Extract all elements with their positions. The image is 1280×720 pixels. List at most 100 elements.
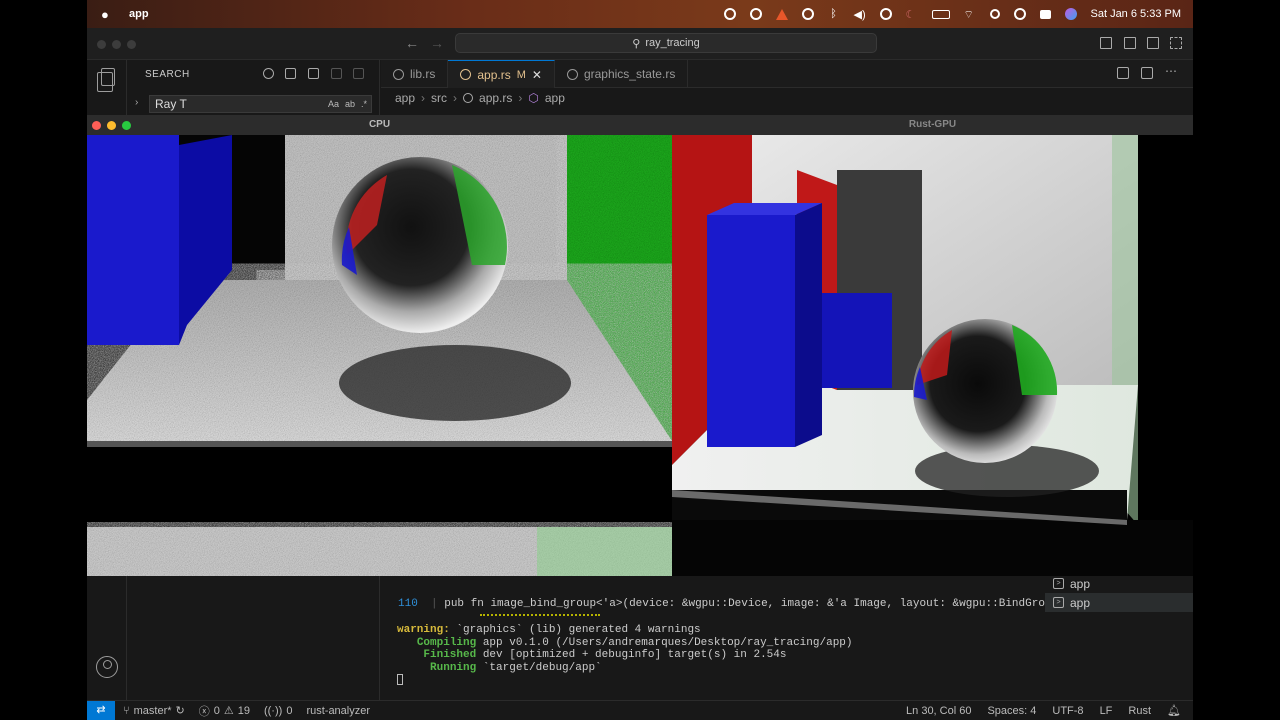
cpu-render-canvas[interactable] bbox=[87, 135, 672, 576]
search-input[interactable]: Ray T Aa ab .* bbox=[149, 95, 372, 113]
branch-status[interactable]: ⑂ master* ↻ bbox=[123, 704, 185, 718]
sync-icon: ↻ bbox=[175, 705, 185, 717]
volume-icon[interactable]: ◀) bbox=[854, 8, 866, 21]
chevron-right-icon[interactable]: › bbox=[135, 97, 138, 108]
close-window-button[interactable] bbox=[97, 40, 106, 49]
chevron-right-icon: › bbox=[453, 91, 458, 105]
encoding[interactable]: UTF-8 bbox=[1052, 705, 1083, 717]
search-input-value: Ray T bbox=[155, 97, 187, 111]
minimize-window-button[interactable] bbox=[112, 40, 121, 49]
lsp-status[interactable]: rust-analyzer bbox=[306, 705, 370, 717]
menubar-app-name[interactable]: app bbox=[129, 8, 149, 20]
vlc-cone-icon[interactable] bbox=[775, 8, 788, 20]
rust-file-icon bbox=[463, 93, 474, 103]
warning-text: `graphics` (lib) generated 4 warnings bbox=[449, 624, 701, 636]
forward-arrow-icon[interactable]: → bbox=[430, 35, 444, 51]
battery-icon[interactable] bbox=[931, 9, 950, 19]
wifi-icon[interactable]: ⌔ bbox=[964, 8, 976, 21]
breadcrumb: app › src › app.rs › ⬡ app bbox=[395, 91, 565, 105]
zoom-window-button[interactable] bbox=[122, 121, 131, 130]
tab-lib-rs[interactable]: lib.rs bbox=[381, 60, 449, 88]
tab-label: app.rs bbox=[477, 67, 511, 82]
code-text: pub fn image_bind_group<'a>(device: &wgp… bbox=[444, 598, 1065, 610]
modified-marker: M bbox=[516, 68, 526, 81]
refresh-icon[interactable] bbox=[263, 68, 274, 79]
expand-all-icon[interactable] bbox=[353, 68, 364, 79]
bluetooth-icon[interactable]: ᛒ bbox=[828, 8, 840, 20]
breadcrumb-item[interactable]: app bbox=[545, 91, 565, 105]
command-center-search[interactable]: ⚲ ray_tracing bbox=[455, 33, 877, 53]
gpu-render-canvas[interactable] bbox=[672, 135, 1193, 576]
rust-file-icon bbox=[460, 69, 472, 80]
back-arrow-icon[interactable]: ← bbox=[405, 35, 419, 51]
toggle-secondary-sidebar-icon[interactable] bbox=[1147, 37, 1159, 49]
moon-icon[interactable]: ☾ bbox=[906, 8, 918, 21]
notifications-bell-icon[interactable]: 🔔︎ bbox=[1167, 704, 1181, 717]
terminal-output[interactable]: warning: `graphics` (lib) generated 4 wa… bbox=[397, 624, 853, 687]
problems-status[interactable]: ⓧ 0 ⚠ 19 bbox=[199, 703, 250, 719]
warning-icon: ⚠ bbox=[223, 705, 234, 717]
ports-status[interactable]: ((·)) 0 bbox=[264, 705, 292, 717]
hover-code-line: 110 | pub fn image_bind_group<'a>(device… bbox=[398, 598, 1065, 610]
terminal-tab[interactable]: > app bbox=[1045, 593, 1193, 612]
terminal-tab[interactable]: > app bbox=[1045, 574, 1193, 593]
terminal-icon: > bbox=[1053, 578, 1064, 589]
line-number: 110 bbox=[398, 598, 418, 610]
match-case-toggle[interactable]: Aa bbox=[328, 99, 339, 109]
menubar-status-items: ᛒ ◀) ☾ ⌔ Sat Jan 6 5:33 PM bbox=[723, 8, 1182, 21]
record-icon[interactable] bbox=[723, 8, 736, 20]
language-mode[interactable]: Rust bbox=[1128, 705, 1151, 717]
play-icon[interactable] bbox=[879, 8, 892, 20]
spotlight-search-icon[interactable] bbox=[989, 9, 1000, 19]
rust-file-icon bbox=[566, 68, 578, 80]
terminal-cursor bbox=[397, 674, 403, 685]
editor-tabs: lib.rs app.rs M ✕ graphics_state.rs bbox=[381, 60, 1193, 88]
zoom-window-button[interactable] bbox=[127, 40, 136, 49]
cursor-position[interactable]: Ln 30, Col 60 bbox=[906, 705, 971, 717]
indentation[interactable]: Spaces: 4 bbox=[987, 705, 1036, 717]
search-row: › Ray T Aa ab .* bbox=[133, 95, 373, 113]
tab-label: graphics_state.rs bbox=[583, 67, 676, 81]
running-text: `target/debug/app` bbox=[476, 661, 602, 674]
account-icon[interactable] bbox=[96, 656, 118, 678]
collapse-all-icon[interactable] bbox=[331, 68, 342, 79]
end-of-line[interactable]: LF bbox=[1100, 705, 1113, 717]
apple-menu-icon[interactable]: ● bbox=[101, 7, 115, 22]
editor-actions: ⋯ bbox=[1117, 65, 1177, 79]
new-search-editor-icon[interactable] bbox=[308, 68, 319, 79]
airdrop-icon[interactable] bbox=[801, 8, 814, 20]
more-actions-icon[interactable]: ⋯ bbox=[1165, 65, 1177, 79]
tab-graphics-state-rs[interactable]: graphics_state.rs bbox=[555, 60, 689, 88]
menubar-clock[interactable]: Sat Jan 6 5:33 PM bbox=[1091, 8, 1182, 20]
breadcrumb-item[interactable]: app.rs bbox=[479, 91, 512, 105]
whole-word-toggle[interactable]: ab bbox=[345, 99, 355, 109]
ball-icon[interactable] bbox=[749, 8, 762, 20]
minimize-window-button[interactable] bbox=[107, 121, 116, 130]
breadcrumb-item[interactable]: src bbox=[431, 91, 447, 105]
toggle-sidebar-icon[interactable] bbox=[1100, 37, 1112, 49]
customize-layout-icon[interactable] bbox=[1170, 37, 1182, 49]
compiling-text: app v0.1.0 (/Users/andremarques/Desktop/… bbox=[476, 636, 853, 649]
regex-toggle[interactable]: .* bbox=[361, 99, 367, 109]
explorer-icon[interactable] bbox=[97, 68, 115, 92]
rust-file-icon bbox=[393, 68, 404, 80]
finished-label: Finished bbox=[423, 649, 477, 661]
control-center-icon[interactable] bbox=[1039, 9, 1051, 19]
siri-icon[interactable] bbox=[1064, 8, 1077, 20]
close-window-button[interactable] bbox=[92, 121, 101, 130]
split-editor-icon[interactable] bbox=[1141, 67, 1153, 79]
clear-results-icon[interactable] bbox=[285, 68, 296, 79]
gpu-render-window: Rust-GPU bbox=[672, 115, 1193, 576]
macos-menubar: ● app ᛒ ◀) ☾ ⌔ Sat Jan 6 5:33 PM bbox=[87, 0, 1193, 28]
toggle-panel-icon[interactable] bbox=[1124, 37, 1136, 49]
finished-text: dev [optimized + debuginfo] target(s) in… bbox=[476, 649, 787, 661]
tab-app-rs[interactable]: app.rs M ✕ bbox=[448, 60, 555, 88]
warning-count: 19 bbox=[237, 704, 250, 717]
breadcrumb-item[interactable]: app bbox=[395, 91, 415, 105]
terminal-tab-label: app bbox=[1070, 595, 1091, 610]
remote-indicator-icon[interactable]: ⇄ bbox=[87, 701, 115, 720]
user-icon[interactable] bbox=[1013, 8, 1026, 20]
close-tab-icon[interactable]: ✕ bbox=[532, 68, 542, 82]
warning-label: warning: bbox=[397, 624, 450, 636]
open-changes-icon[interactable] bbox=[1117, 67, 1129, 79]
